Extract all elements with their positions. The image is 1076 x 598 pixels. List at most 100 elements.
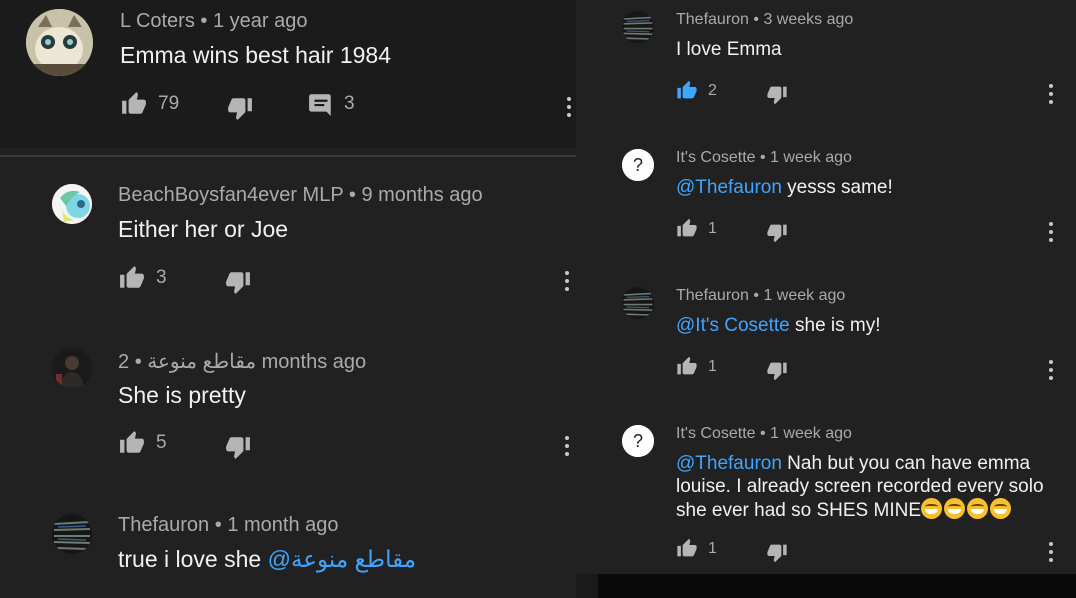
author-name[interactable]: It's Cosette [676, 149, 756, 166]
mention-link[interactable]: @It's Cosette [676, 315, 790, 336]
grinning-emoji-icon [921, 498, 942, 519]
separator: • [214, 514, 222, 536]
timestamp[interactable]: 1 month ago [227, 514, 338, 536]
bottom-bar [598, 574, 1076, 598]
thumbs-down-icon [226, 437, 250, 459]
question-avatar-icon: ? [622, 149, 654, 181]
thumbs-up-icon [120, 266, 144, 288]
reply-button[interactable]: 3 [308, 91, 355, 117]
like-button[interactable]: 5 [118, 430, 167, 456]
thumbs-down-icon [767, 224, 787, 243]
more-vert-icon[interactable] [1048, 222, 1054, 242]
comment-actions: 3 [0, 265, 576, 295]
avatar[interactable] [26, 9, 93, 76]
lines-avatar-icon [52, 514, 92, 554]
author-name[interactable]: BeachBoysfan4ever MLP [118, 184, 343, 206]
more-vert-icon[interactable] [1048, 84, 1054, 104]
comment: مقاطع منوعة • 2 months ago She is pretty… [0, 336, 576, 486]
comment-text: I love Emma [676, 39, 782, 60]
mention-link[interactable]: @Thefauron [676, 453, 782, 474]
comment-header: Thefauron • 1 month ago [118, 514, 339, 537]
comment-line: she ever had so SHES MINE [676, 498, 1044, 522]
svg-text:?: ? [633, 155, 643, 175]
dislike-button[interactable] [224, 269, 252, 295]
comment-text: @Thefauron Nah but you can have emma lou… [676, 452, 1044, 522]
comment-header: BeachBoysfan4ever MLP • 9 months ago [118, 184, 483, 207]
timestamp[interactable]: 9 months ago [361, 184, 482, 206]
dislike-button[interactable] [766, 84, 788, 105]
like-button[interactable]: 79 [120, 91, 179, 117]
more-vert-icon[interactable] [1048, 360, 1054, 380]
lines-avatar-icon [622, 287, 654, 319]
left-comments-panel: L Coters • 1 year ago Emma wins best hai… [0, 0, 576, 598]
timestamp[interactable]: 1 year ago [213, 10, 308, 32]
timestamp[interactable]: 3 weeks ago [763, 11, 853, 28]
timestamp[interactable]: 1 week ago [770, 149, 852, 166]
mention-link[interactable]: @Thefauron [676, 177, 782, 198]
comment-header: L Coters • 1 year ago [120, 10, 308, 33]
dislike-button[interactable] [766, 222, 788, 243]
comment-body: yesss same! [781, 177, 893, 198]
avatar[interactable] [52, 184, 92, 224]
dislike-button[interactable] [226, 95, 254, 121]
reply: Thefauron • 3 weeks ago I love Emma 2 [576, 0, 1076, 138]
dislike-button[interactable] [766, 360, 788, 381]
thumbs-down-icon [767, 86, 787, 105]
comment-text: @Thefauron yesss same! [676, 176, 893, 199]
avatar[interactable] [52, 348, 92, 388]
comment-body: Nah but you can have emma [781, 453, 1031, 474]
author-name[interactable]: Thefauron [676, 11, 749, 28]
divider [0, 155, 576, 157]
mention-link[interactable]: @مقاطع منوعة [268, 546, 416, 572]
grinning-emoji-icon [967, 498, 988, 519]
comment-actions: 1 [576, 218, 1076, 248]
avatar[interactable] [622, 287, 654, 319]
like-count: 5 [156, 432, 167, 453]
comment-actions: 1 [576, 356, 1076, 386]
comment-body: she is my! [789, 315, 881, 336]
comment-actions: 5 [0, 430, 576, 460]
comment-text: @It's Cosette she is my! [676, 314, 881, 337]
dislike-button[interactable] [766, 542, 788, 563]
like-button[interactable]: 1 [676, 538, 717, 559]
person-avatar-icon [52, 348, 92, 388]
thumbs-down-icon [767, 362, 787, 381]
comment-text: Emma wins best hair 1984 [120, 42, 392, 68]
more-vert-icon[interactable] [564, 271, 570, 291]
reply-icon [309, 94, 331, 116]
more-vert-icon[interactable] [566, 97, 572, 117]
dislike-button[interactable] [224, 434, 252, 460]
like-button[interactable]: 1 [676, 218, 717, 239]
grinning-emoji-icon [944, 498, 965, 519]
thumbs-down-icon [767, 544, 787, 563]
author-name[interactable]: It's Cosette [676, 425, 756, 442]
comment-line: louise. I already screen recorded every … [676, 476, 1044, 497]
comment-text: Either her or Joe [118, 216, 289, 242]
more-vert-icon[interactable] [1048, 542, 1054, 562]
svg-text:?: ? [633, 431, 643, 451]
author-name[interactable]: Thefauron [676, 287, 749, 304]
comment-text: true i love she @مقاطع منوعة [118, 546, 416, 573]
cat-avatar-icon [26, 9, 93, 76]
separator: • [753, 287, 759, 304]
timestamp[interactable]: 1 week ago [763, 287, 845, 304]
avatar[interactable] [622, 11, 654, 43]
more-vert-icon[interactable] [564, 436, 570, 456]
author-name[interactable]: Thefauron [118, 514, 209, 536]
separator: • [348, 184, 356, 206]
like-count: 1 [708, 357, 717, 375]
pony-avatar-icon [52, 184, 92, 224]
thumbs-up-icon [677, 218, 697, 237]
comment-actions: 2 [576, 80, 1076, 110]
like-button[interactable]: 1 [676, 356, 717, 377]
like-button-active[interactable]: 2 [676, 80, 717, 101]
author-name[interactable]: مقاطع منوعة [147, 351, 256, 373]
like-button[interactable]: 3 [118, 265, 167, 291]
timestamp[interactable]: 1 week ago [770, 425, 852, 442]
question-avatar-icon: ? [622, 425, 654, 457]
separator: • [759, 149, 766, 166]
avatar[interactable] [52, 514, 92, 554]
author-name[interactable]: L Coters [120, 10, 195, 32]
avatar[interactable]: ? [622, 149, 654, 181]
avatar[interactable]: ? [622, 425, 654, 457]
